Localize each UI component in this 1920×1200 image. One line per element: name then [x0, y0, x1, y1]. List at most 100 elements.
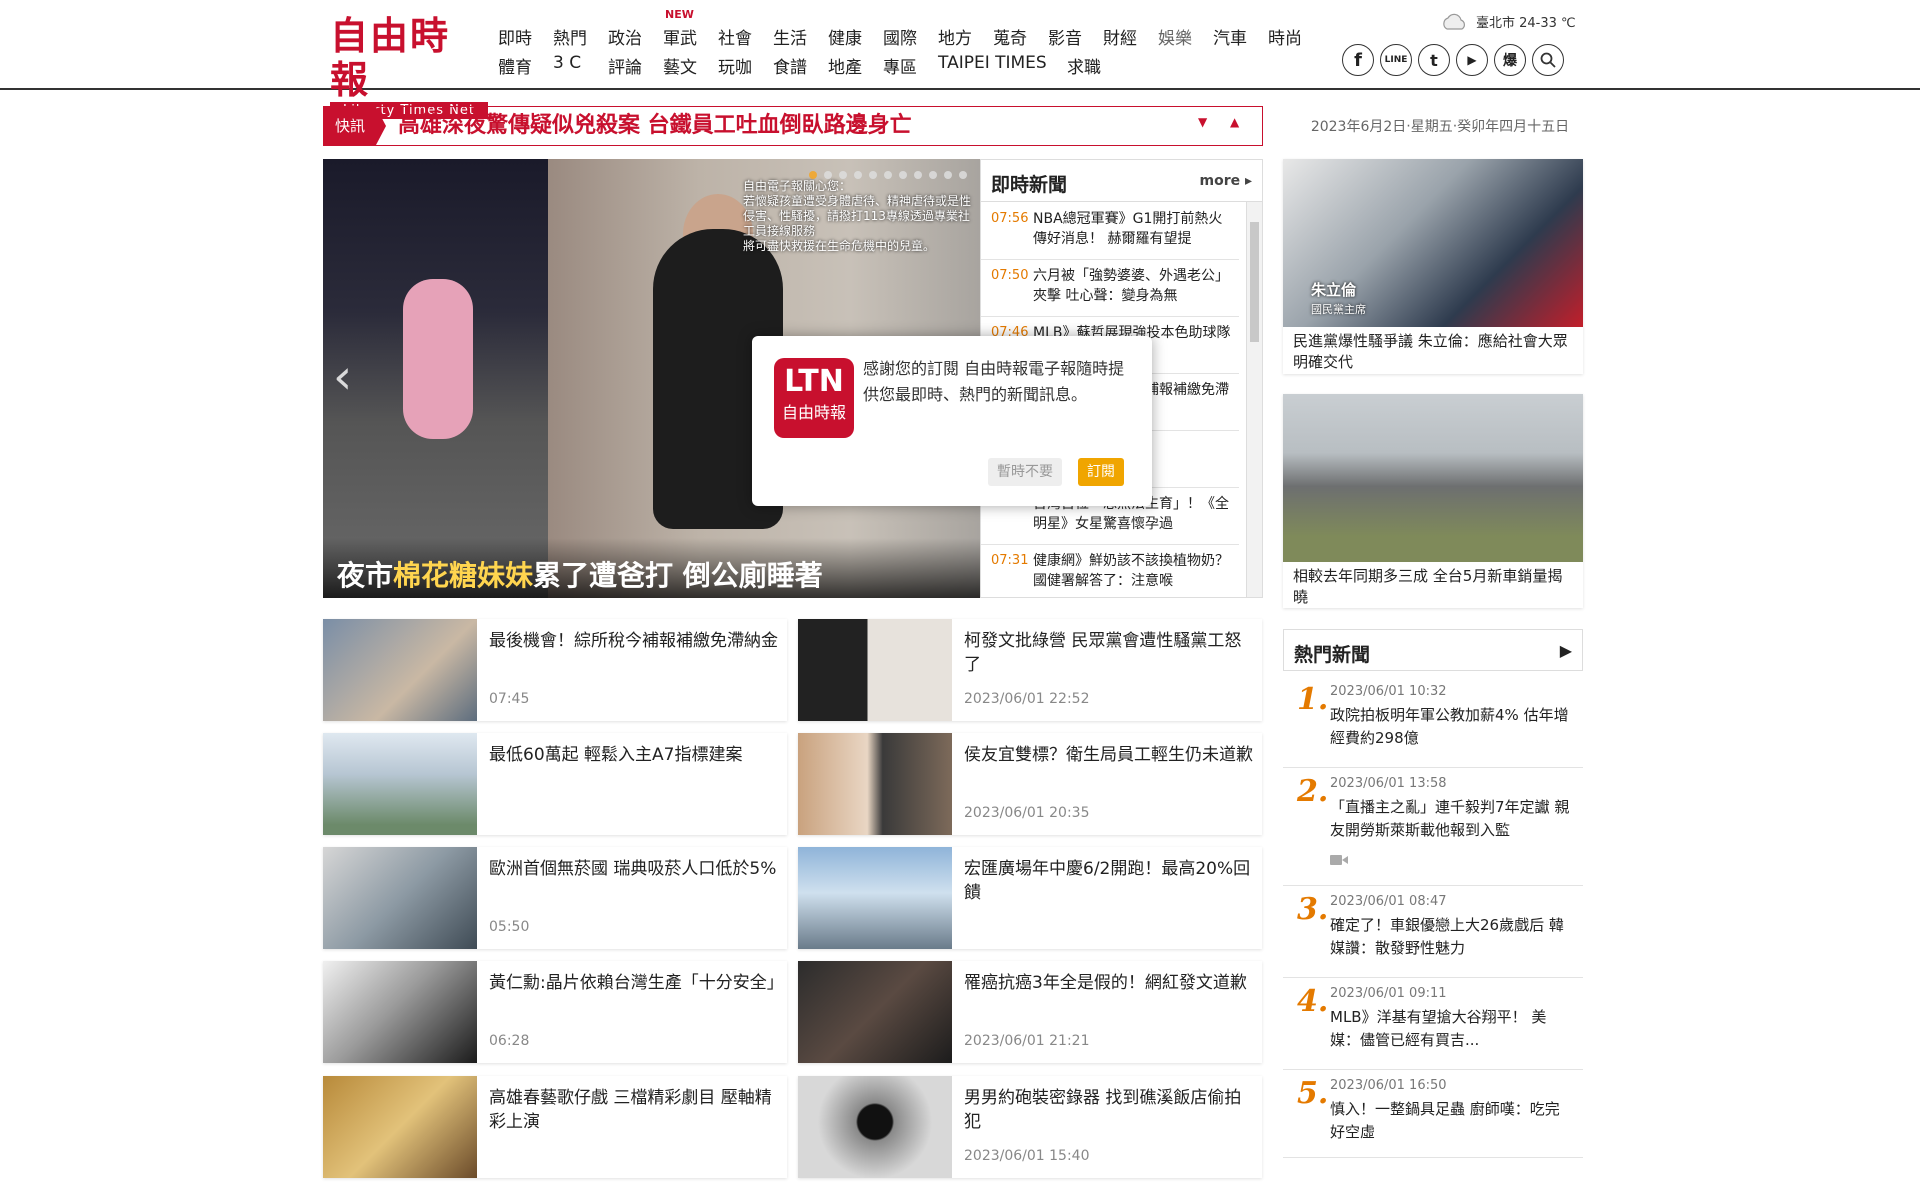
- news-card[interactable]: 宏匯廣場年中慶6/2開跑！最高20%回饋: [798, 847, 1262, 949]
- ltn-app-icon: LTN 自由時報: [774, 358, 854, 438]
- news-card[interactable]: 柯發文批綠營 民眾黨會遭性騷黨工怒了 2023/06/01 22:52: [798, 619, 1262, 721]
- nav-realestate[interactable]: 地產: [828, 53, 862, 78]
- side-news-card[interactable]: 相較去年同期多三成 全台5月新車銷量揭曉: [1283, 394, 1583, 608]
- news-card[interactable]: 最低60萬起 輕鬆入主A7指標建案: [323, 733, 787, 835]
- news-card[interactable]: 男男約砲裝密錄器 找到礁溪飯店偷拍犯 2023/06/01 15:40: [798, 1076, 1262, 1178]
- hot-title: 政院拍板明年軍公教加薪4% 估年增經費約298億: [1330, 706, 1569, 747]
- nav-world[interactable]: 國際: [883, 24, 917, 49]
- weather-text: 臺北市 24-33 ℃: [1476, 16, 1576, 31]
- item-time: 07:31: [991, 553, 1029, 568]
- breaking-headline[interactable]: 高雄深夜驚傳疑似兇殺案 台鐵員工吐血倒臥路邊身亡: [398, 107, 912, 145]
- news-card[interactable]: 最後機會！綜所稅今補報補繳免滯納金 07:45: [323, 619, 787, 721]
- breaking-prev-icon[interactable]: ▲: [1230, 115, 1239, 129]
- side-news-card[interactable]: 朱立倫 國民黨主席 民進黨爆性騷爭議 朱立倫：應給社會大眾明確交代: [1283, 159, 1583, 374]
- more-link[interactable]: more ▸: [1199, 173, 1252, 189]
- not-now-button[interactable]: 暫時不要: [988, 458, 1062, 486]
- nav-odd[interactable]: 蒐奇: [993, 24, 1027, 49]
- instant-news-item[interactable]: 07:56 NBA總冠軍賽》G1開打前熱火傳好消息！ 赫爾羅有望提: [981, 203, 1239, 260]
- breaking-tag: 快訊: [324, 107, 386, 145]
- scrollbar-thumb[interactable]: [1250, 222, 1259, 342]
- nav-sports[interactable]: 體育: [498, 53, 532, 78]
- breaking-news-bar[interactable]: 快訊 高雄深夜驚傳疑似兇殺案 台鐵員工吐血倒臥路邊身亡 ▼ ▲: [323, 106, 1263, 146]
- news-card[interactable]: 侯友宜雙標？衛生局員工輕生仍未道歉 2023/06/01 20:35: [798, 733, 1262, 835]
- site-logo[interactable]: 自由時報 Liberty Times Net: [330, 14, 488, 119]
- carousel-dot[interactable]: [869, 171, 877, 179]
- nav-local[interactable]: 地方: [938, 24, 972, 49]
- nav-play[interactable]: 玩咖: [718, 53, 752, 78]
- instant-news-item[interactable]: 07:31 健康網》鮮奶該不該換植物奶？ 國健署解答了：注意喉: [981, 545, 1239, 597]
- subscribe-button[interactable]: 訂閱: [1078, 458, 1124, 486]
- nav-health[interactable]: 健康: [828, 24, 862, 49]
- carousel-dot[interactable]: [809, 171, 817, 179]
- news-title: 柯發文批綠營 民眾黨會遭性騷黨工怒了: [964, 631, 1242, 675]
- nav-politics[interactable]: 政治: [608, 24, 642, 49]
- nav-video[interactable]: 影音: [1048, 24, 1082, 49]
- carousel-dot[interactable]: [884, 171, 892, 179]
- line-icon[interactable]: LINE: [1380, 44, 1412, 76]
- cloud-icon: [1443, 13, 1465, 30]
- news-title: 男男約砲裝密錄器 找到礁溪飯店偷拍犯: [964, 1088, 1242, 1132]
- nav-entertainment[interactable]: 娛樂: [1158, 24, 1192, 49]
- carousel-dot[interactable]: [824, 171, 832, 179]
- nav-3c[interactable]: 3 C: [553, 53, 581, 73]
- caption-highlight: 棉花糖妹妹: [393, 559, 534, 592]
- nav-popular[interactable]: 熱門: [553, 24, 587, 49]
- nav-life[interactable]: 生活: [773, 24, 807, 49]
- facebook-glyph: f: [1354, 49, 1362, 71]
- hot-news-item[interactable]: 5. 2023/06/01 16:50 慎入！一整鍋具足蟲 廚師嘆：吃完好空虛: [1283, 1070, 1583, 1158]
- facebook-icon[interactable]: f: [1342, 44, 1374, 76]
- hot-news-item[interactable]: 2. 2023/06/01 13:58 「直播主之亂」連千毅判7年定讞 親友開勞…: [1283, 768, 1583, 886]
- youtube-icon[interactable]: ▶: [1456, 44, 1488, 76]
- nav-taipei-times[interactable]: TAIPEI TIMES: [938, 53, 1047, 73]
- carousel-prev-icon[interactable]: ‹: [333, 349, 352, 405]
- nav-special[interactable]: 專區: [883, 53, 917, 78]
- nav-recipes[interactable]: 食譜: [773, 53, 807, 78]
- news-card[interactable]: 高雄春藝歌仔戲 三檔精彩劇目 壓軸精彩上演: [323, 1076, 787, 1178]
- play-arrow-icon[interactable]: ▶: [1560, 641, 1572, 660]
- carousel-dot[interactable]: [944, 171, 952, 179]
- side-news-thumbnail: [1283, 394, 1583, 562]
- instant-news-scrollbar[interactable]: [1246, 202, 1262, 597]
- carousel-caption[interactable]: 夜市棉花糖妹妹累了遭爸打 倒公廁睡著: [323, 538, 980, 598]
- item-title: 健康網》鮮奶該不該換植物奶？ 國健署解答了：注意喉: [1033, 553, 1229, 589]
- hot-news-item[interactable]: 1. 2023/06/01 10:32 政院拍板明年軍公教加薪4% 估年增經費約…: [1283, 676, 1583, 768]
- carousel-dot[interactable]: [929, 171, 937, 179]
- caption-post: 累了遭爸打 倒公廁睡著: [533, 559, 823, 592]
- hot-news-panel: 熱門新聞 ▶ 1. 2023/06/01 10:32 政院拍板明年軍公教加薪4%…: [1283, 629, 1583, 1159]
- news-time: 07:45: [489, 691, 530, 707]
- nav-finance[interactable]: 財經: [1103, 24, 1137, 49]
- carousel-dot[interactable]: [959, 171, 967, 179]
- instant-news-item[interactable]: 07:50 六月被「強勢婆婆、外遇老公」夾擊 吐心聲：變身為無: [981, 260, 1239, 317]
- nav-military[interactable]: 軍武: [663, 24, 697, 49]
- carousel-dot[interactable]: [854, 171, 862, 179]
- nav-instant[interactable]: 即時: [498, 24, 532, 49]
- youtube-glyph: ▶: [1467, 53, 1477, 67]
- side-news-thumbnail: 朱立倫 國民黨主席: [1283, 159, 1583, 327]
- breaking-next-icon[interactable]: ▼: [1198, 115, 1207, 129]
- person-role-overlay: 國民黨主席: [1311, 303, 1366, 316]
- news-thumbnail: [798, 619, 952, 721]
- news-card[interactable]: 罹癌抗癌3年全是假的！網紅發文道歉 2023/06/01 21:21: [798, 961, 1262, 1063]
- search-icon[interactable]: [1532, 44, 1564, 76]
- hot-news-item[interactable]: 3. 2023/06/01 08:47 確定了！車銀優戀上大26歲戲后 韓媒讚：…: [1283, 886, 1583, 978]
- rank-number: 3.: [1297, 892, 1329, 927]
- nav-auto[interactable]: 汽車: [1213, 24, 1247, 49]
- hot-news-header[interactable]: 熱門新聞 ▶: [1283, 629, 1583, 671]
- nav-society[interactable]: 社會: [718, 24, 752, 49]
- bao-glyph: 爆: [1503, 53, 1517, 69]
- nav-jobs[interactable]: 求職: [1067, 53, 1101, 78]
- nav-opinion[interactable]: 評論: [608, 53, 642, 78]
- news-card[interactable]: 歐洲首個無菸國 瑞典吸菸人口低於5% 05:50: [323, 847, 787, 949]
- instant-news-header: 即時新聞 more ▸: [981, 160, 1262, 202]
- twitter-icon[interactable]: t: [1418, 44, 1450, 76]
- hot-news-item[interactable]: 4. 2023/06/01 09:11 MLB》洋基有望搶大谷翔平！ 美媒：儘管…: [1283, 978, 1583, 1070]
- nav-fashion[interactable]: 時尚: [1268, 24, 1302, 49]
- bao-icon[interactable]: 爆: [1494, 44, 1526, 76]
- carousel-dots[interactable]: [809, 171, 967, 179]
- carousel-dot[interactable]: [839, 171, 847, 179]
- carousel-dot[interactable]: [914, 171, 922, 179]
- hot-title: 「直播主之亂」連千毅判7年定讞 親友開勞斯萊斯載他報到入監: [1330, 798, 1570, 839]
- carousel-dot[interactable]: [899, 171, 907, 179]
- nav-arts[interactable]: 藝文: [663, 53, 697, 78]
- news-card[interactable]: 黃仁勳:晶片依賴台灣生產「十分安全」 06:28: [323, 961, 787, 1063]
